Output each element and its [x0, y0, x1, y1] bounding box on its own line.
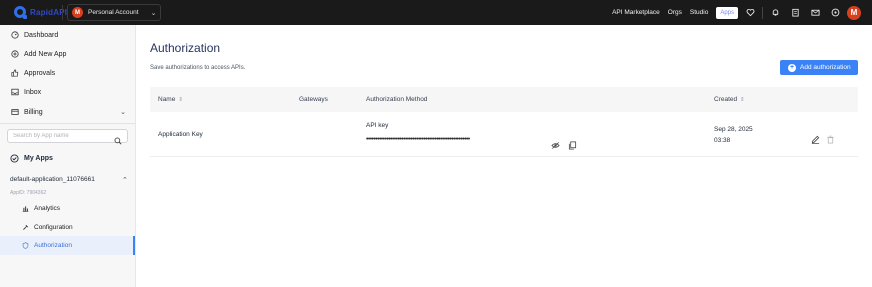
top-bar: RapidAPI M Personal Account ⌄ API Market…	[0, 0, 872, 25]
search-icon[interactable]	[114, 132, 122, 145]
account-avatar: M	[72, 7, 83, 18]
my-apps-heading[interactable]: My Apps	[10, 154, 53, 163]
table-row: Application Key API key ••••••••••••••••…	[150, 112, 858, 157]
column-header-gateways: Gateways	[299, 96, 328, 103]
sidebar-item-dashboard[interactable]: Dashboard	[0, 26, 135, 44]
help-icon[interactable]	[829, 7, 841, 19]
my-apps-label: My Apps	[24, 155, 53, 162]
main-content: Authorization Save authorizations to acc…	[136, 25, 872, 287]
page-subtitle: Save authorizations to access APIs.	[150, 65, 246, 71]
sort-icon: ⇕	[178, 97, 183, 103]
top-nav: API Marketplace Orgs Studio Apps M	[612, 0, 872, 25]
row-name: Application Key	[158, 131, 203, 138]
authorizations-table: Name ⇕ Gateways Authorization Method Crea…	[150, 87, 858, 157]
bell-icon[interactable]	[769, 7, 781, 19]
column-header-label: Name	[158, 96, 176, 103]
row-created-date: Sep 28, 2025	[714, 126, 753, 133]
plus-icon: +	[788, 63, 796, 72]
heart-icon[interactable]	[744, 7, 756, 19]
table-header: Name ⇕ Gateways Authorization Method Crea…	[150, 87, 858, 112]
column-header-name[interactable]: Name ⇕	[158, 96, 183, 103]
account-switcher[interactable]: M Personal Account ⌄	[67, 4, 161, 21]
row-created-time: 03:38	[714, 137, 731, 144]
eye-off-icon[interactable]	[551, 137, 560, 149]
column-header-method: Authorization Method	[366, 96, 428, 103]
topbar-icon-divider	[762, 6, 763, 19]
sidebar-item-approvals[interactable]: Approvals	[0, 64, 135, 82]
user-avatar[interactable]: M	[847, 5, 861, 20]
sidebar-item-label: Authorization	[34, 242, 72, 249]
sidebar-item-inbox[interactable]: Inbox	[0, 83, 135, 101]
card-icon	[10, 108, 19, 117]
sidebar: Dashboard Add New App Approvals Inbox Bi…	[0, 25, 136, 287]
copy-icon[interactable]	[568, 137, 577, 150]
nav-api-marketplace[interactable]: API Marketplace	[612, 9, 660, 16]
sidebar-item-configuration[interactable]: Configuration	[0, 218, 135, 237]
nav-studio[interactable]: Studio	[690, 9, 708, 16]
app-name[interactable]: default-application_11076661	[10, 176, 95, 183]
masked-api-key: ••••••••••••••••••••••••••••••••••••••••…	[366, 136, 470, 143]
add-authorization-button[interactable]: + Add authorization	[780, 60, 858, 75]
sidebar-item-label: Inbox	[24, 88, 42, 96]
chevron-down-icon: ⌄	[150, 9, 157, 17]
sidebar-item-label: Dashboard	[24, 31, 59, 39]
column-header-created[interactable]: Created ⇕	[714, 96, 745, 103]
plus-circle-icon	[10, 50, 19, 59]
app-id: AppID: 7904362	[10, 190, 47, 196]
nav-apps[interactable]: Apps	[716, 6, 738, 19]
sidebar-item-authorization[interactable]: Authorization	[0, 236, 135, 255]
wrench-icon	[22, 224, 30, 232]
sidebar-item-label: Configuration	[34, 224, 73, 231]
account-label: Personal Account	[88, 9, 139, 16]
gauge-icon	[10, 31, 19, 40]
edit-icon[interactable]	[811, 131, 820, 144]
sidebar-item-label: Analytics	[34, 205, 61, 212]
trash-icon[interactable]	[826, 131, 835, 144]
chevron-down-icon: ⌄	[120, 109, 126, 116]
logo[interactable]: RapidAPI	[14, 6, 67, 19]
sidebar-item-analytics[interactable]: Analytics	[0, 199, 135, 218]
bar-chart-icon	[22, 205, 30, 213]
thumbs-up-icon	[10, 69, 19, 78]
row-method-label: API key	[366, 122, 389, 129]
sidebar-item-label: Approvals	[24, 69, 56, 77]
sidebar-divider	[0, 123, 135, 124]
mail-icon[interactable]	[809, 7, 821, 19]
inbox-icon	[10, 88, 19, 97]
sort-icon: ⇕	[740, 97, 745, 103]
clipboard-icon[interactable]	[789, 7, 801, 19]
sidebar-item-label: Billing	[24, 108, 43, 116]
sidebar-item-billing[interactable]: Billing ⌄	[0, 103, 135, 121]
add-authorization-label: Add authorization	[800, 64, 851, 71]
page-title: Authorization	[150, 41, 221, 55]
check-circle-icon	[10, 154, 19, 163]
column-header-label: Created	[714, 96, 738, 103]
shield-icon	[22, 242, 30, 250]
sidebar-item-add-new-app[interactable]: Add New App	[0, 45, 135, 63]
logo-mark-icon	[14, 6, 27, 19]
topbar-divider	[62, 5, 63, 20]
nav-orgs[interactable]: Orgs	[668, 9, 682, 16]
sidebar-item-label: Add New App	[24, 50, 67, 58]
app-search	[7, 129, 128, 145]
chevron-up-icon[interactable]: ⌃	[122, 176, 128, 184]
app-search-input[interactable]	[13, 133, 113, 139]
